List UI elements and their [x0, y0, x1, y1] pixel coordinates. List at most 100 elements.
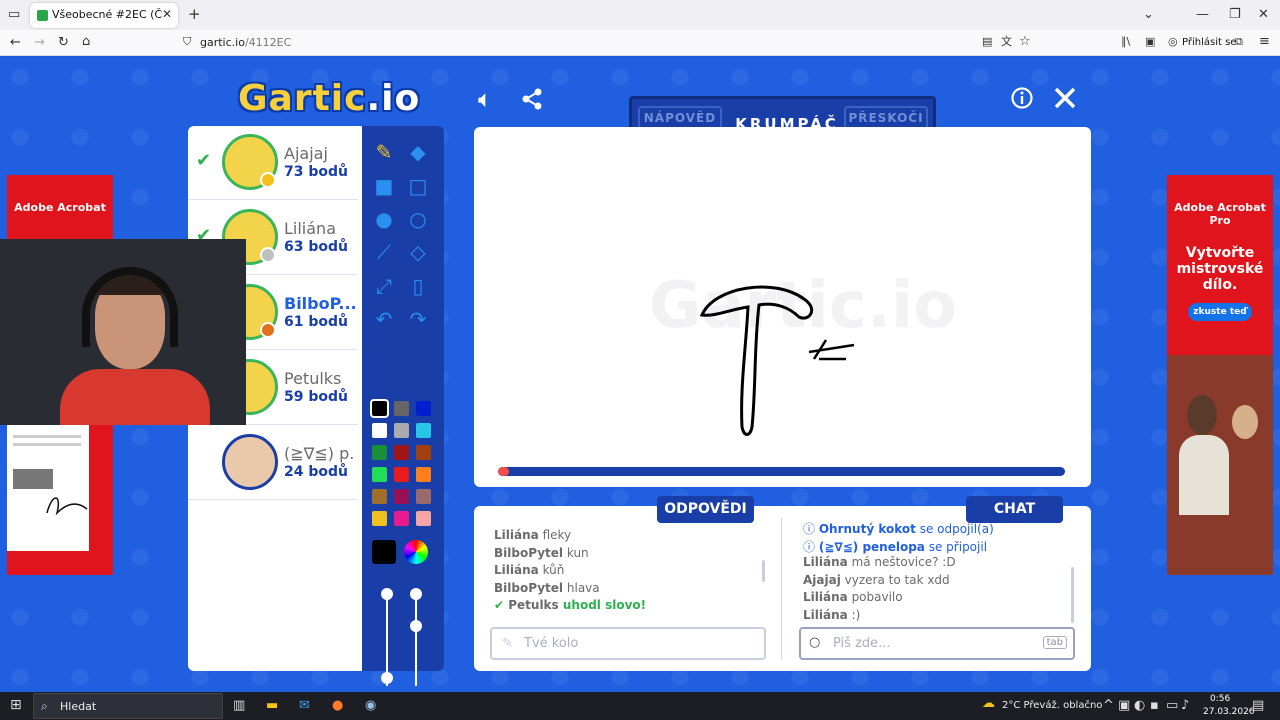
opacity-handle[interactable]	[410, 588, 422, 600]
color-swatch[interactable]	[394, 401, 409, 416]
sidebar-icon[interactable]: ▣	[1145, 36, 1155, 47]
notifications-icon[interactable]: ▤	[1252, 698, 1264, 713]
color-swatch[interactable]	[416, 401, 431, 416]
reader-icon[interactable]: ▤	[982, 36, 992, 47]
color-swatch[interactable]	[416, 489, 431, 504]
message-text: kun	[566, 545, 589, 560]
info-icon[interactable]	[1011, 87, 1033, 109]
pencil-icon[interactable]: ✎	[370, 138, 398, 166]
close-tab-icon[interactable]: ✕	[162, 7, 172, 21]
message-text: :)	[851, 607, 861, 622]
player-row[interactable]: (≧∇≦) p...24 bodů	[188, 426, 358, 500]
answers-tab[interactable]: ODPOVĚDI	[657, 496, 754, 523]
chat-tab[interactable]: CHAT	[966, 496, 1063, 523]
right-ad-cta[interactable]: zkuste teď	[1188, 303, 1252, 321]
color-swatch[interactable]	[394, 511, 409, 526]
player-row[interactable]: ✔ Ajajaj 73 bodů	[188, 126, 358, 200]
close-game-icon[interactable]	[1054, 87, 1076, 109]
browser-tab[interactable]: Všeobecné #2EC (Čeština) - Gartic ✕	[30, 3, 178, 28]
color-swatch[interactable]	[372, 423, 387, 438]
current-color[interactable]	[372, 540, 396, 564]
extensions-icon[interactable]: ⧉	[1235, 36, 1243, 47]
drawing-canvas[interactable]: Gartic.io	[474, 127, 1091, 487]
chat-input[interactable]: ○ Piš zde... tab	[799, 627, 1075, 660]
right-ad[interactable]: Adobe Acrobat Pro Vytvořte mistrovské dí…	[1167, 175, 1273, 575]
color-swatch[interactable]	[394, 467, 409, 482]
library-icon[interactable]: ∥\	[1121, 36, 1130, 47]
opacity-slider[interactable]	[415, 596, 417, 686]
color-swatch[interactable]	[394, 445, 409, 460]
tray-chevron-icon[interactable]: ^	[1103, 698, 1114, 713]
message-text: se připojil	[928, 539, 988, 554]
login-button[interactable]: Přihlásit se	[1182, 37, 1236, 48]
translate-icon[interactable]: 文	[1001, 36, 1012, 47]
fill-icon[interactable]: ◇	[404, 238, 432, 266]
page-icon[interactable]: ▯	[404, 272, 432, 300]
back-icon[interactable]: ←	[10, 36, 21, 49]
message-user: Liliána	[494, 563, 539, 577]
home-icon[interactable]: ⌂	[82, 35, 90, 48]
weather-text[interactable]: 2°C Převáž. oblačno	[1002, 700, 1102, 711]
minimize-icon[interactable]: —	[1196, 8, 1209, 21]
firefox-icon[interactable]: ●	[332, 698, 343, 713]
tab-list-icon[interactable]: ▭	[8, 8, 20, 21]
message-user: Liliána	[803, 607, 848, 622]
player-name: Liliána	[284, 219, 336, 238]
filled-circle-icon[interactable]: ●	[370, 205, 398, 233]
share-icon[interactable]	[521, 88, 543, 110]
url-bar[interactable]: gartic.io/4112EC	[200, 36, 291, 49]
mail-icon[interactable]: ✉	[299, 698, 310, 713]
chat-scrollbar[interactable]	[1071, 567, 1074, 623]
steam-icon[interactable]: ◉	[365, 698, 376, 713]
color-swatch[interactable]	[372, 445, 387, 460]
size-handle-bottom[interactable]	[381, 672, 393, 684]
clock-date[interactable]: 27.03.2026	[1203, 707, 1255, 717]
file-explorer-icon[interactable]: ▬	[266, 698, 278, 713]
color-swatch[interactable]	[416, 423, 431, 438]
forward-icon[interactable]: →	[34, 36, 45, 49]
answer-input[interactable]: ✎ Tvé kolo	[490, 627, 766, 660]
clock-time[interactable]: 0:56	[1210, 694, 1230, 704]
sound-icon[interactable]: 🔈︎	[478, 87, 492, 111]
tray-icon-3[interactable]: ▪	[1150, 698, 1159, 713]
tray-icon-2[interactable]: ◐	[1134, 698, 1145, 713]
circle-icon[interactable]: ○	[404, 205, 432, 233]
color-swatch[interactable]	[394, 423, 409, 438]
color-swatch[interactable]	[416, 511, 431, 526]
color-swatch[interactable]	[372, 511, 387, 526]
size-handle[interactable]	[381, 588, 393, 600]
tray-icon-1[interactable]: ▣	[1118, 698, 1130, 713]
reload-icon[interactable]: ↻	[58, 36, 69, 49]
shield-icon[interactable]: ⛉	[183, 36, 191, 47]
color-swatch[interactable]	[416, 467, 431, 482]
menu-icon[interactable]: ≡	[1259, 35, 1270, 48]
eraser-icon[interactable]: ◆	[404, 138, 432, 166]
filled-rect-icon[interactable]: ■	[370, 172, 398, 200]
volume-icon[interactable]: ♪	[1181, 698, 1189, 713]
weather-icon[interactable]: ☁	[982, 696, 995, 711]
rect-icon[interactable]: □	[404, 172, 432, 200]
chevron-down-icon[interactable]: ⌄	[1143, 8, 1154, 21]
new-tab-icon[interactable]: +	[188, 7, 201, 22]
color-swatch[interactable]	[372, 489, 387, 504]
taskbar-search[interactable]: ⌕ Hledat	[33, 693, 223, 719]
close-window-icon[interactable]: ✕	[1258, 8, 1269, 21]
color-wheel-icon[interactable]	[404, 540, 428, 564]
restore-icon[interactable]: ❐	[1229, 8, 1241, 21]
answers-scrollbar[interactable]	[762, 560, 765, 582]
eyedropper-icon[interactable]: ⤢	[370, 272, 398, 300]
color-swatch[interactable]	[416, 445, 431, 460]
undo-icon[interactable]: ↶	[370, 305, 398, 333]
color-swatch[interactable]	[372, 467, 387, 482]
pencil-input-icon: ✎	[502, 636, 513, 651]
opacity-handle-mid[interactable]	[410, 620, 422, 632]
star-icon[interactable]: ☆	[1019, 35, 1031, 48]
task-view-icon[interactable]: ▥	[233, 698, 245, 713]
line-icon[interactable]: ⟋	[370, 238, 398, 266]
redo-icon[interactable]: ↷	[404, 305, 432, 333]
avatar	[222, 434, 278, 490]
color-swatch[interactable]	[394, 489, 409, 504]
windows-start-icon[interactable]: ⊞	[10, 697, 22, 713]
network-icon[interactable]: ▭	[1166, 698, 1178, 713]
color-swatch[interactable]	[370, 399, 389, 418]
